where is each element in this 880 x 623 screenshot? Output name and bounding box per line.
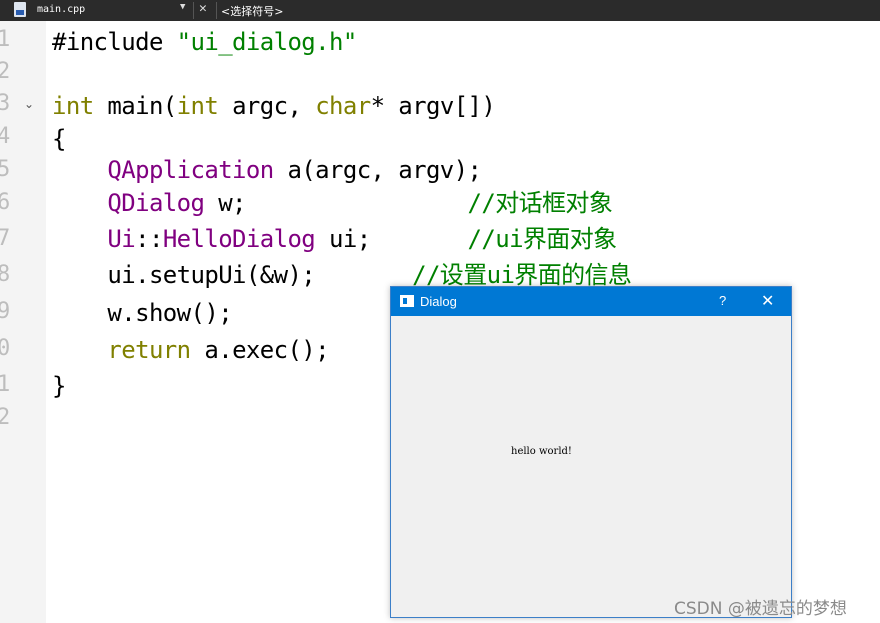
- file-tab-label[interactable]: main.cpp: [37, 4, 85, 15]
- param: * argv[]): [370, 92, 496, 120]
- line-number: 1: [0, 372, 11, 397]
- code-line-7: Ui::HelloDialog ui; //ui界面对象: [52, 224, 617, 254]
- keyword: return: [107, 336, 191, 364]
- divider: [193, 2, 194, 19]
- window-icon: [400, 295, 414, 307]
- help-button[interactable]: ?: [719, 293, 726, 308]
- code-line-5: QApplication a(argc, argv);: [52, 155, 482, 185]
- line-number: 5: [0, 157, 11, 182]
- line-number: 9: [0, 299, 11, 324]
- line-number: 2: [0, 59, 11, 84]
- preprocessor-directive: #include: [52, 28, 163, 56]
- statement: w.show();: [107, 299, 233, 327]
- code-line-4: {: [52, 125, 66, 153]
- close-icon[interactable]: ✕: [199, 1, 207, 16]
- code-line-9: w.show();: [52, 298, 232, 328]
- type-name: QApplication: [107, 156, 274, 184]
- statement: a(argc, argv);: [273, 156, 482, 184]
- close-button[interactable]: ✕: [761, 291, 774, 311]
- line-number: 8: [0, 262, 11, 287]
- keyword: int: [52, 92, 94, 120]
- code-line-6: QDialog w; //对话框对象: [52, 188, 612, 218]
- code-line-10: return a.exec();: [52, 335, 329, 365]
- comment: //对话框对象: [467, 189, 613, 217]
- scope-operator: ::: [135, 225, 163, 253]
- type-name: QDialog: [107, 189, 205, 217]
- line-number: 6: [0, 190, 11, 215]
- keyword: int: [176, 92, 219, 120]
- line-number: 3: [0, 91, 11, 116]
- line-number-gutter: 1 2 3 ⌄ 4 5 6 7 8 9 0 1 2: [0, 21, 46, 623]
- editor-tab-bar: main.cpp ▼ ✕ <选择符号>: [0, 0, 880, 21]
- line-number: 7: [0, 226, 11, 251]
- function-name: main(: [93, 92, 177, 120]
- comment: //设置ui界面的信息: [412, 261, 632, 289]
- line-number: 0: [0, 336, 11, 361]
- statement: a.exec();: [190, 336, 330, 364]
- type-name: HelloDialog: [162, 225, 316, 253]
- line-number: 4: [0, 124, 11, 149]
- namespace: Ui: [107, 225, 136, 253]
- statement: ui.setupUi(&w);: [107, 261, 316, 289]
- include-path: "ui_dialog.h": [176, 28, 358, 56]
- fold-chevron-icon[interactable]: ⌄: [24, 97, 34, 111]
- dialog-title: Dialog: [420, 294, 457, 309]
- cpp-file-icon: [14, 2, 26, 17]
- divider: [216, 2, 217, 19]
- comment: //ui界面对象: [467, 225, 618, 253]
- watermark: CSDN @被遗忘的梦想: [674, 599, 847, 619]
- line-number: 1: [0, 27, 11, 52]
- code-line-11: }: [52, 372, 66, 400]
- line-number: 2: [0, 405, 11, 430]
- dialog-titlebar[interactable]: Dialog ? ✕: [391, 287, 791, 316]
- symbol-selector[interactable]: <选择符号>: [221, 3, 283, 19]
- statement: w;: [204, 189, 246, 217]
- hello-label: hello world!: [511, 446, 572, 457]
- keyword: char: [315, 92, 371, 120]
- chevron-down-icon[interactable]: ▼: [180, 2, 185, 12]
- param: argc,: [218, 92, 316, 120]
- code-line-1: #include "ui_dialog.h": [52, 27, 357, 57]
- dialog-window[interactable]: Dialog ? ✕ hello world!: [390, 286, 792, 618]
- code-line-3: int main(int argc, char* argv[]): [52, 91, 496, 121]
- statement: ui;: [315, 225, 371, 253]
